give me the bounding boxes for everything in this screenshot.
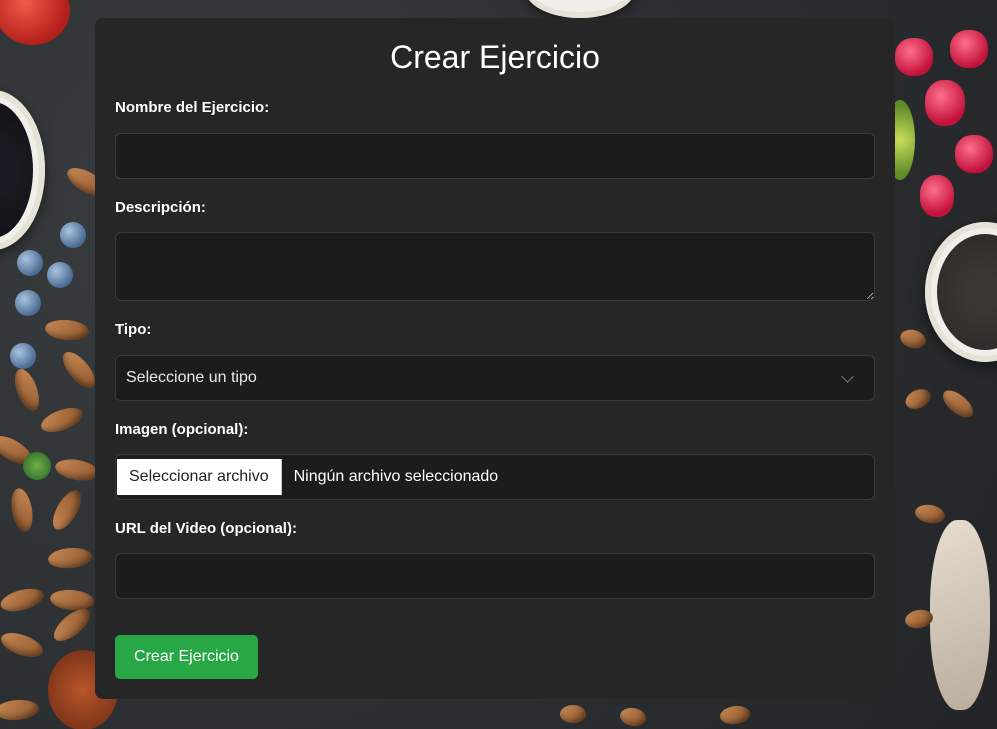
chevron-down-icon (841, 369, 854, 383)
raspberry-decoration (955, 135, 993, 173)
almond-decoration (37, 403, 87, 437)
almond-decoration (47, 485, 87, 535)
type-select-value: Seleccione un tipo (126, 369, 257, 386)
herb-decoration (23, 452, 51, 480)
raspberry-decoration (925, 80, 965, 126)
image-file-input[interactable]: Seleccionar archivo Ningún archivo selec… (115, 454, 875, 500)
almond-decoration (0, 584, 46, 616)
select-file-button[interactable]: Seleccionar archivo (117, 459, 282, 495)
almond-decoration (0, 628, 47, 662)
raspberry-decoration (895, 38, 933, 76)
almond-decoration (718, 704, 752, 726)
almond-decoration (47, 546, 93, 570)
page-title: Crear Ejercicio (390, 39, 600, 75)
almond-decoration (8, 486, 36, 534)
video-url-label: URL del Video (opcional): (115, 520, 297, 537)
blueberry-decoration (10, 343, 36, 369)
almond-decoration (938, 385, 978, 423)
description-label: Descripción: (115, 199, 206, 216)
almond-decoration (618, 705, 648, 729)
blueberry-decoration (60, 222, 86, 248)
almond-decoration (10, 365, 44, 415)
blueberry-decoration (17, 250, 43, 276)
raspberry-decoration (950, 30, 988, 68)
description-textarea[interactable] (115, 232, 875, 301)
almond-decoration (0, 698, 40, 722)
apple-decoration (0, 0, 70, 45)
almond-decoration (898, 326, 928, 352)
almond-decoration (902, 385, 934, 413)
chia-bowl-decoration (925, 222, 997, 362)
create-exercise-card: Crear Ejercicio Nombre del Ejercicio: De… (95, 18, 895, 699)
type-label: Tipo: (115, 321, 152, 338)
video-url-input[interactable] (115, 553, 875, 599)
file-status-text: Ningún archivo seleccionado (293, 468, 499, 485)
almond-decoration (53, 456, 101, 484)
blueberry-decoration (15, 290, 41, 316)
image-label: Imagen (opcional): (115, 421, 249, 438)
exercise-name-label: Nombre del Ejercicio: (115, 99, 270, 116)
type-select[interactable]: Seleccione un tipo (115, 355, 875, 401)
almond-decoration (49, 588, 95, 612)
blueberry-decoration (47, 262, 73, 288)
create-exercise-button[interactable]: Crear Ejercicio (115, 635, 258, 679)
raspberry-decoration (920, 175, 954, 217)
top-bowl-decoration (525, 0, 635, 18)
almond-decoration (560, 705, 586, 723)
almond-decoration (913, 502, 947, 526)
exercise-name-input[interactable] (115, 133, 875, 179)
almond-decoration (44, 318, 90, 342)
spoon-decoration (930, 520, 990, 710)
seed-bowl-decoration (0, 90, 45, 250)
